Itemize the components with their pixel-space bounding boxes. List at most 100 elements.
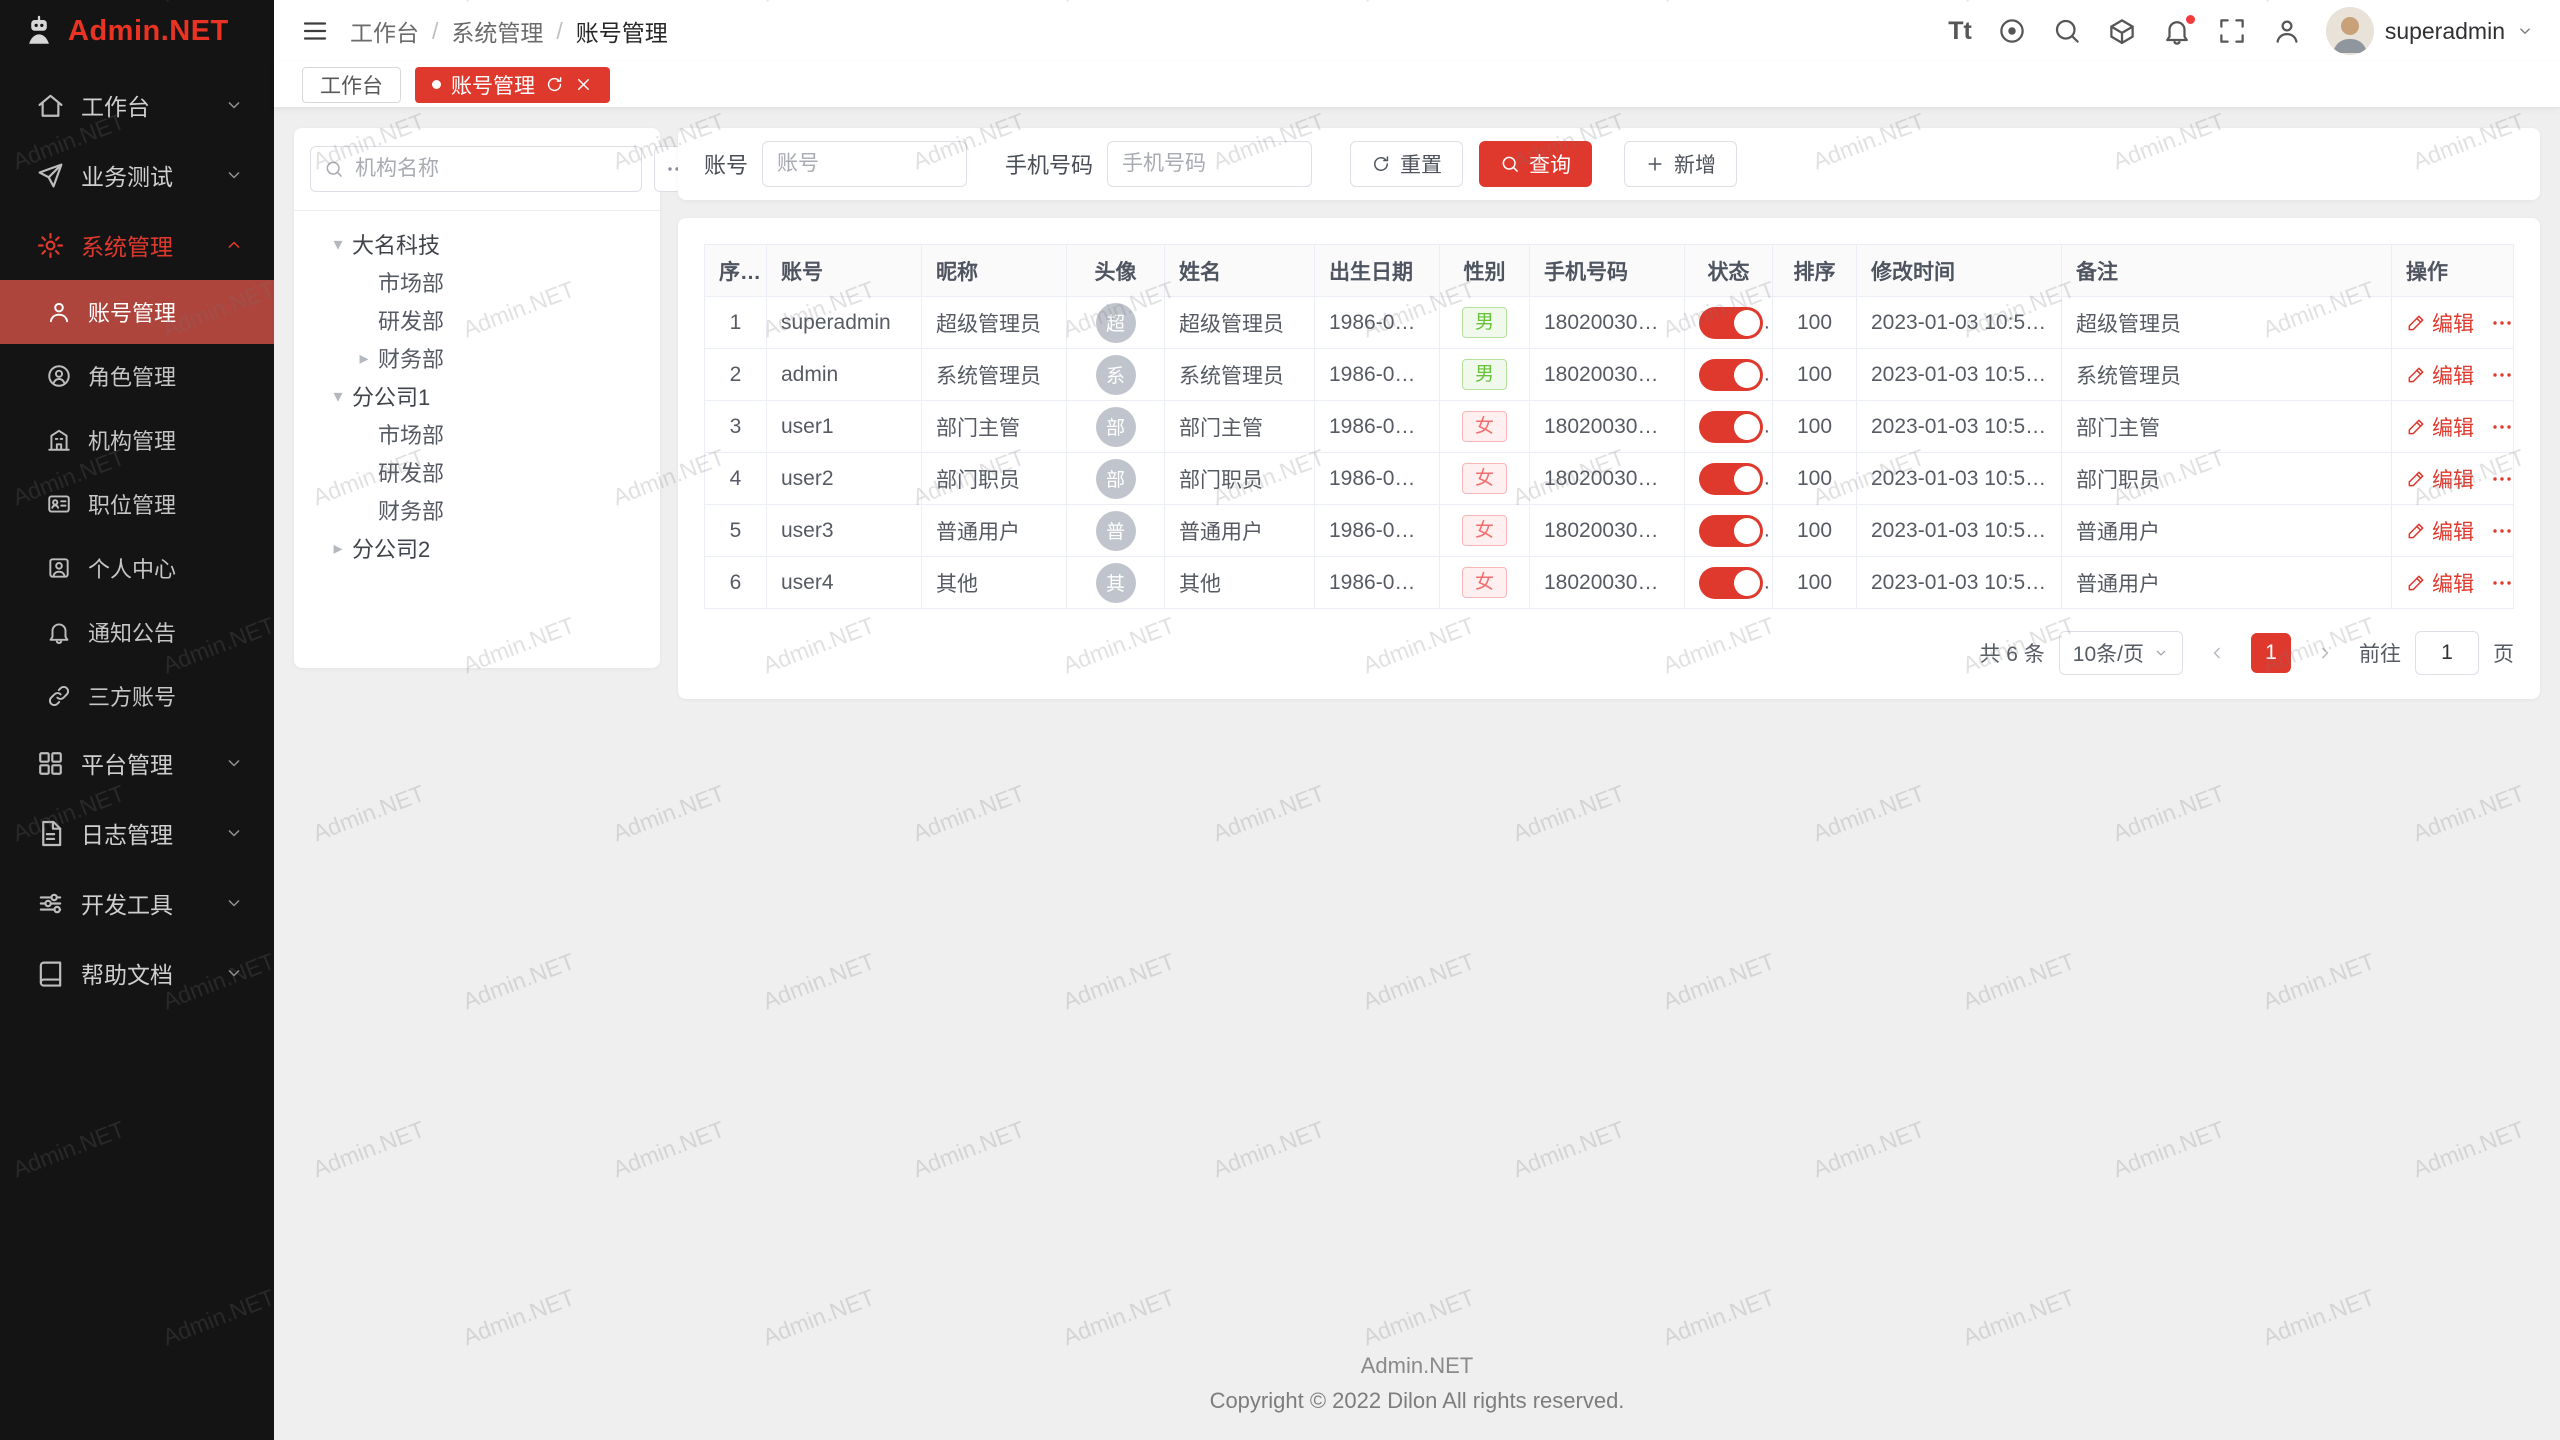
tree-node[interactable]: 市场部	[302, 415, 652, 453]
tree-node-label: 分公司1	[352, 380, 430, 412]
sidebar-item-help-docs[interactable]: 帮助文档	[0, 938, 274, 1008]
cell-modified: 2023-01-03 10:59:44	[1857, 453, 2062, 505]
theme-button[interactable]	[2107, 16, 2137, 46]
row-more-button[interactable]	[2490, 571, 2514, 595]
tree-node[interactable]: ▸分公司2	[302, 529, 652, 567]
cell-status	[1685, 453, 1773, 505]
status-toggle[interactable]	[1699, 307, 1763, 339]
status-toggle[interactable]	[1699, 567, 1763, 599]
edit-button[interactable]: 编辑	[2406, 412, 2474, 442]
sidebar-item-profile-center[interactable]: 个人中心	[0, 536, 274, 600]
row-avatar: 部	[1096, 407, 1136, 447]
user-icon	[2272, 16, 2302, 46]
edit-label: 编辑	[2432, 412, 2474, 442]
fullscreen-button[interactable]	[2217, 16, 2247, 46]
component-size-button[interactable]	[1997, 16, 2027, 46]
sidebar-item-workbench[interactable]: 工作台	[0, 70, 274, 140]
sidebar-item-system-mgmt[interactable]: 系统管理	[0, 210, 274, 280]
sidebar-item-org-mgmt[interactable]: 机构管理	[0, 408, 274, 472]
caret-right-icon[interactable]: ▸	[324, 538, 352, 559]
edit-button[interactable]: 编辑	[2406, 568, 2474, 598]
status-toggle[interactable]	[1699, 359, 1763, 391]
search-button[interactable]	[2052, 16, 2082, 46]
sidebar-item-role-mgmt[interactable]: 角色管理	[0, 344, 274, 408]
status-toggle[interactable]	[1699, 515, 1763, 547]
sidebar-item-third-party-account[interactable]: 三方账号	[0, 664, 274, 728]
cell-avatar: 部	[1067, 453, 1165, 505]
cell-birth: 1986-06-28	[1315, 349, 1440, 401]
org-search-input[interactable]	[353, 156, 628, 182]
edit-button[interactable]: 编辑	[2406, 516, 2474, 546]
notification-button[interactable]	[2162, 16, 2192, 46]
status-toggle[interactable]	[1699, 411, 1763, 443]
cell-avatar: 系	[1067, 349, 1165, 401]
page-number-button[interactable]: 1	[2251, 633, 2291, 673]
menu-collapse-icon[interactable]	[300, 16, 330, 46]
tab-item[interactable]: 工作台	[302, 67, 401, 103]
edit-button[interactable]: 编辑	[2406, 464, 2474, 494]
page-size-select[interactable]: 10条/页	[2059, 631, 2183, 675]
tree-node[interactable]: 研发部	[302, 453, 652, 491]
status-toggle[interactable]	[1699, 463, 1763, 495]
tab-active[interactable]: 账号管理	[415, 67, 610, 103]
next-page-button[interactable]	[2305, 633, 2345, 673]
tree-node[interactable]: 市场部	[302, 263, 652, 301]
cell-no: 2	[705, 349, 767, 401]
tree-node[interactable]: ▾分公司1	[302, 377, 652, 415]
font-size-button[interactable]: Tt	[1948, 17, 1972, 46]
phone-filter-input[interactable]	[1107, 141, 1312, 187]
table-header-row: 序号账号昵称头像姓名出生日期性别手机号码状态排序修改时间备注操作	[705, 245, 2514, 297]
row-more-button[interactable]	[2490, 415, 2514, 439]
chevron-up-icon	[224, 235, 244, 255]
tab-refresh-icon[interactable]	[545, 75, 564, 94]
row-avatar: 超	[1096, 303, 1136, 343]
cell-account: user4	[767, 557, 922, 609]
tree-node[interactable]: 财务部	[302, 491, 652, 529]
refresh-icon	[1371, 154, 1391, 174]
sidebar-item-platform-mgmt[interactable]: 平台管理	[0, 728, 274, 798]
row-avatar: 普	[1096, 511, 1136, 551]
bell-icon	[46, 619, 72, 645]
caret-down-icon[interactable]: ▾	[324, 386, 352, 407]
sidebar-item-dev-tools[interactable]: 开发工具	[0, 868, 274, 938]
row-more-button[interactable]	[2490, 311, 2514, 335]
caret-right-icon[interactable]: ▸	[350, 348, 378, 369]
sidebar-item-notice[interactable]: 通知公告	[0, 600, 274, 664]
user-menu[interactable]: superadmin	[2326, 7, 2534, 55]
tree-node-label: 市场部	[378, 418, 444, 450]
account-filter-input[interactable]	[762, 141, 967, 187]
breadcrumb-item[interactable]: 系统管理	[451, 14, 543, 48]
goto-page-input[interactable]	[2415, 631, 2479, 675]
org-search-field[interactable]	[310, 146, 642, 192]
caret-down-icon[interactable]: ▾	[324, 234, 352, 255]
row-more-button[interactable]	[2490, 363, 2514, 387]
tree-node-label: 财务部	[378, 342, 444, 374]
sidebar-item-business-test[interactable]: 业务测试	[0, 140, 274, 210]
column-header: 出生日期	[1315, 245, 1440, 297]
add-button[interactable]: 新增	[1624, 141, 1737, 187]
reset-button[interactable]: 重置	[1350, 141, 1463, 187]
breadcrumb-item[interactable]: 账号管理	[576, 14, 668, 48]
tree-node[interactable]: ▾大名科技	[302, 225, 652, 263]
box-icon	[2107, 16, 2137, 46]
tree-node[interactable]: 研发部	[302, 301, 652, 339]
tree-node[interactable]: ▸财务部	[302, 339, 652, 377]
edit-icon	[2406, 573, 2426, 593]
sidebar-item-log-mgmt[interactable]: 日志管理	[0, 798, 274, 868]
query-button[interactable]: 查询	[1479, 141, 1592, 187]
cell-modified: 2023-01-03 10:59:44	[1857, 401, 2062, 453]
breadcrumb-item[interactable]: 工作台	[350, 14, 419, 48]
logo[interactable]: Admin.NET	[0, 0, 274, 62]
row-more-button[interactable]	[2490, 519, 2514, 543]
profile-button[interactable]	[2272, 16, 2302, 46]
edit-button[interactable]: 编辑	[2406, 308, 2474, 338]
sidebar-item-account-mgmt[interactable]: 账号管理	[0, 280, 274, 344]
sidebar-item-position-mgmt[interactable]: 职位管理	[0, 472, 274, 536]
row-more-button[interactable]	[2490, 467, 2514, 491]
edit-button[interactable]: 编辑	[2406, 360, 2474, 390]
cell-phone: 18020030720	[1530, 349, 1685, 401]
prev-page-button[interactable]	[2197, 633, 2237, 673]
table-row: 1superadmin超级管理员超超级管理员1986-06-28男1802003…	[705, 297, 2514, 349]
cell-phone: 18020030720	[1530, 505, 1685, 557]
tab-close-icon[interactable]	[574, 75, 593, 94]
